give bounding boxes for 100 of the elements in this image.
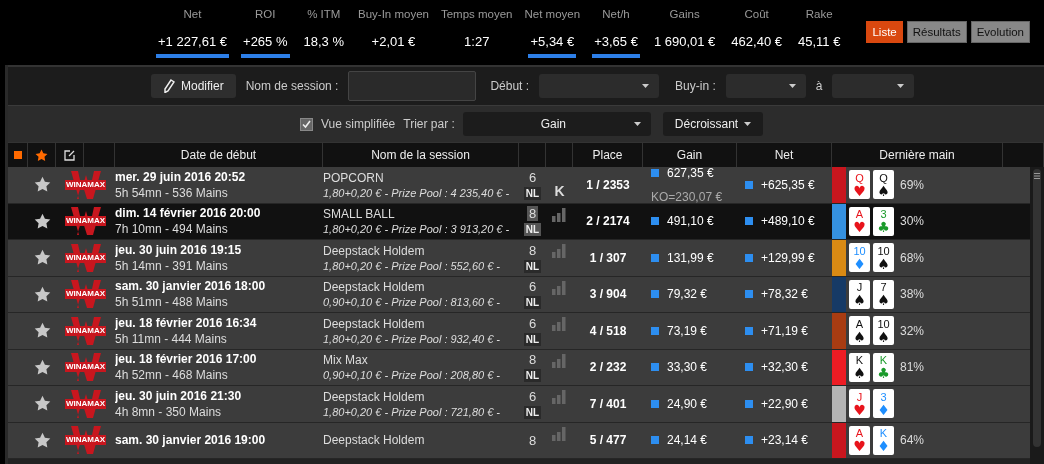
gain-value: 627,35 €	[667, 167, 714, 181]
game-type: NL	[523, 332, 542, 346]
place-value: 7 / 401	[589, 396, 627, 411]
caret-icon	[633, 122, 641, 126]
hand-equity: 68%	[900, 250, 925, 265]
gain-value: 24,14 €	[667, 432, 708, 449]
star-icon[interactable]	[33, 176, 51, 194]
room-logo: WINAMAX	[63, 241, 108, 274]
playing-card: A ♠	[849, 316, 870, 346]
hand-equity: 69%	[900, 177, 925, 192]
session-duration: 5h 54mn - 536 Mains	[115, 184, 228, 201]
net-marker-icon	[745, 326, 753, 335]
session-name-field[interactable]	[348, 71, 477, 101]
start-date: jeu. 18 février 2016 17:00	[115, 351, 257, 368]
session-duration: 7h 10mn - 494 Mains	[115, 221, 228, 238]
sort-dropdown[interactable]: Gain	[462, 112, 651, 136]
session-name: Deepstack Holdem	[323, 279, 425, 296]
net-marker-icon	[745, 180, 753, 189]
playing-card: Q ♥	[849, 170, 870, 200]
net-value: +78,32 €	[761, 287, 809, 302]
star-icon[interactable]	[33, 431, 51, 449]
scrollbar-thumb[interactable]	[1033, 169, 1041, 447]
seat-count: 8	[527, 242, 538, 258]
playing-card: A ♥	[849, 425, 870, 455]
net-value: +625,35 €	[761, 177, 815, 192]
net-marker-icon	[745, 399, 753, 408]
session-name: Mix Max	[323, 352, 368, 369]
star-icon[interactable]	[33, 285, 51, 303]
checkbox-label: Vue simplifiée	[321, 117, 396, 131]
start-dropdown[interactable]	[539, 74, 660, 98]
gain-marker-icon	[651, 290, 659, 299]
stat-value: +265 %	[241, 34, 290, 58]
field-label: à	[815, 79, 823, 93]
net-marker-icon	[745, 290, 753, 299]
caret-icon	[897, 84, 905, 88]
game-type: NL	[523, 186, 542, 200]
star-icon[interactable]	[33, 358, 51, 376]
gain-value: 24,90 €	[667, 395, 708, 412]
playing-card: 3 ♣	[873, 206, 894, 236]
gain-marker-icon	[651, 436, 659, 445]
star-icon[interactable]	[33, 249, 51, 267]
gain-marker-icon	[651, 217, 659, 226]
playing-card: K ♦	[873, 425, 894, 455]
net-marker-icon	[745, 217, 753, 226]
playing-card: K ♣	[873, 352, 894, 382]
seat-count: 8	[527, 432, 538, 448]
stat-label: % ITM	[307, 8, 341, 22]
sort-label: Trier par :	[403, 117, 455, 131]
seat-count: 6	[527, 315, 538, 331]
session-details: 1,80+0,20 € - Prize Pool : 932,40 € -	[323, 331, 501, 346]
hand-equity: 32%	[900, 323, 925, 338]
hand-equity: 81%	[900, 360, 925, 375]
room-logo: WINAMAX	[63, 387, 108, 420]
caret-icon	[642, 84, 650, 88]
order-button[interactable]: Décroissant	[662, 112, 764, 136]
net-marker-icon	[745, 253, 753, 262]
start-date: sam. 30 janvier 2016 18:00	[115, 278, 266, 295]
session-duration: 4h 8mn - 350 Mains	[115, 403, 222, 420]
session-name: SMALL BALL	[323, 206, 395, 223]
net-value: +489,10 €	[761, 214, 815, 229]
select-column-icon	[13, 151, 22, 159]
stat-label: Net	[183, 8, 202, 22]
simplified-checkbox[interactable]	[300, 117, 313, 131]
start-date: jeu. 30 juin 2016 21:30	[115, 387, 242, 404]
stat-value: +2,01 €	[370, 34, 417, 51]
net-value: +32,30 €	[761, 360, 809, 375]
gain-value: 33,30 €	[667, 359, 708, 376]
stat-value: 1:27	[463, 34, 491, 51]
edit-icon	[64, 149, 75, 161]
view-tab[interactable]: Evolution	[970, 21, 1030, 43]
place-value: 2 / 232	[589, 360, 627, 375]
game-type: NL	[523, 223, 542, 237]
room-logo: WINAMAX	[63, 278, 108, 311]
stat-value: 45,11 €	[796, 34, 842, 51]
net-value: +22,90 €	[761, 396, 809, 411]
seat-count: 6	[527, 169, 538, 185]
net-marker-icon	[745, 436, 753, 445]
gain-marker-icon	[651, 363, 659, 372]
star-icon[interactable]	[33, 395, 51, 413]
start-date: jeu. 18 février 2016 16:34	[115, 314, 257, 331]
start-date: dim. 14 février 2016 20:00	[115, 205, 261, 222]
star-icon[interactable]	[33, 212, 51, 230]
session-name: Deepstack Holdem	[323, 315, 425, 332]
edit-button[interactable]: Modifier	[151, 74, 236, 98]
place-value: 2 / 2174	[586, 214, 630, 229]
stat-label: Net/h	[602, 8, 630, 22]
knockout-mark: K	[554, 182, 565, 199]
caret-icon	[744, 122, 752, 126]
star-icon[interactable]	[33, 322, 51, 340]
session-duration: 5h 51mn - 488 Mains	[115, 294, 228, 311]
stat-value: 1 690,01 €	[652, 34, 717, 51]
game-type: NL	[523, 369, 542, 383]
view-tab[interactable]: Liste	[866, 21, 903, 43]
session-duration: 5h 14mn - 391 Mains	[115, 257, 228, 274]
place-value: 5 / 477	[589, 433, 627, 448]
playing-card: 10 ♦	[849, 243, 870, 273]
place-value: 1 / 307	[589, 250, 627, 265]
view-tab[interactable]: Résultats	[906, 21, 967, 43]
playing-card: 3 ♦	[873, 389, 894, 419]
hand-equity: 64%	[900, 433, 925, 448]
